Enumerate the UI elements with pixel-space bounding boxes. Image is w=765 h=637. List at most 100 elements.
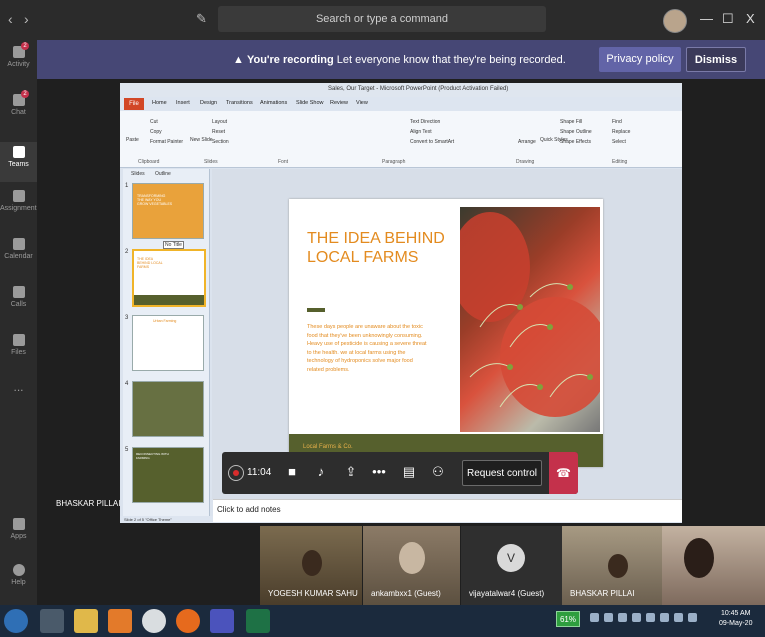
dismiss-button[interactable]: Dismiss: [686, 47, 746, 72]
thumb-number: 1: [125, 183, 129, 189]
slide-thumbnail[interactable]: Urban Farming: [132, 315, 204, 371]
chat-icon[interactable]: ▤: [401, 464, 417, 480]
align-text-button[interactable]: Align Text: [410, 129, 432, 135]
tray-icon[interactable]: [646, 613, 655, 622]
system-clock[interactable]: 10:45 AM 09-May-20: [719, 609, 752, 629]
battery-indicator[interactable]: 61%: [556, 611, 580, 627]
microphone-icon[interactable]: ♪: [313, 464, 329, 480]
tab-design[interactable]: Design: [200, 100, 217, 106]
recording-title: You're recording: [246, 54, 334, 66]
presenter-name: BHASKAR PILLAI: [56, 499, 121, 508]
group-drawing: Drawing: [516, 159, 535, 165]
select-button[interactable]: Select: [612, 139, 626, 145]
network-icon[interactable]: [688, 613, 697, 622]
tab-slide-show[interactable]: Slide Show: [296, 100, 324, 106]
request-control-button[interactable]: Request control: [462, 460, 542, 486]
rail-calls[interactable]: Calls: [0, 286, 37, 308]
format-painter-button[interactable]: Format Painter: [150, 139, 183, 145]
rail-assignments[interactable]: Assignments: [0, 190, 40, 212]
camera-icon[interactable]: ■: [284, 464, 300, 480]
privacy-policy-button[interactable]: Privacy policy: [599, 47, 681, 72]
tray-icon[interactable]: [660, 613, 669, 622]
slide-thumbnail-selected[interactable]: THE IDEA BEHIND LOCAL FARMS: [132, 249, 206, 307]
shape-fill-button[interactable]: Shape Fill: [560, 119, 582, 125]
tab-file[interactable]: File: [124, 98, 144, 110]
text-direction-button[interactable]: Text Direction: [410, 119, 440, 125]
shape-outline-button[interactable]: Shape Outline: [560, 129, 592, 135]
tab-insert[interactable]: Insert: [176, 100, 190, 106]
file-explorer-icon[interactable]: [74, 609, 98, 633]
replace-button[interactable]: Replace: [612, 129, 630, 135]
call-timer: 11:04: [247, 467, 272, 478]
media-player-icon[interactable]: [108, 609, 132, 633]
user-avatar[interactable]: [663, 9, 687, 33]
tab-animations[interactable]: Animations: [260, 100, 287, 106]
start-button-icon[interactable]: [4, 609, 28, 633]
rail-chat[interactable]: 2 Chat: [0, 90, 37, 116]
tab-review[interactable]: Review: [330, 100, 348, 106]
firefox-icon[interactable]: [176, 609, 200, 633]
rail-teams[interactable]: Teams: [0, 142, 37, 182]
participant-name: YOGESH KUMAR SAHU: [268, 589, 358, 598]
participant-tile[interactable]: YOGESH KUMAR SAHU: [260, 526, 362, 605]
participant-tile[interactable]: BHASKAR PILLAI: [562, 526, 662, 605]
arrange-button[interactable]: Arrange: [518, 139, 536, 145]
task-view-icon[interactable]: [40, 609, 64, 633]
more-options-icon[interactable]: •••: [371, 464, 387, 480]
tray-icon[interactable]: [632, 613, 641, 622]
slide-thumbnail[interactable]: RECONNECTING WITH FARMING: [132, 447, 204, 503]
tab-home[interactable]: Home: [152, 100, 167, 106]
share-screen-icon[interactable]: ⇪: [343, 464, 359, 480]
forward-arrow-icon[interactable]: ›: [24, 11, 29, 27]
rail-files[interactable]: Files: [0, 334, 37, 356]
notes-pane[interactable]: Click to add notes: [213, 499, 682, 522]
participant-video: [684, 538, 714, 578]
calendar-icon: [12, 238, 25, 250]
compose-icon[interactable]: ✎: [196, 11, 207, 27]
tray-icon[interactable]: [604, 613, 613, 622]
minimize-button[interactable]: —: [700, 11, 713, 26]
convert-smartart-button[interactable]: Convert to SmartArt: [410, 139, 454, 145]
new-slide-button[interactable]: New Slide: [190, 137, 213, 143]
close-button[interactable]: X: [746, 11, 755, 26]
tab-outline[interactable]: Outline: [155, 171, 171, 177]
rail-calendar[interactable]: Calendar: [0, 238, 37, 260]
rail-apps[interactable]: Apps: [0, 518, 37, 540]
tray-icon[interactable]: [618, 613, 627, 622]
participant-tile[interactable]: ankambxx1 (Guest): [363, 526, 460, 605]
cut-button[interactable]: Cut: [150, 119, 158, 125]
copy-button[interactable]: Copy: [150, 129, 162, 135]
participants-icon[interactable]: ⚇: [430, 464, 446, 480]
paste-button[interactable]: Paste: [126, 137, 139, 143]
volume-icon[interactable]: [674, 613, 683, 622]
status-text: Slide 2 of 5 "Office Theme": [124, 517, 172, 522]
chrome-icon[interactable]: [142, 609, 166, 633]
participant-tile[interactable]: [662, 526, 765, 605]
search-input[interactable]: Search or type a command: [218, 6, 546, 32]
excel-icon[interactable]: [246, 609, 270, 633]
participant-tile[interactable]: V vijayatalwar4 (Guest): [461, 526, 562, 605]
current-slide[interactable]: THE IDEA BEHIND LOCAL FARMS These days p…: [289, 199, 610, 467]
section-button[interactable]: Section: [212, 139, 229, 145]
rail-more[interactable]: ...: [0, 380, 37, 394]
shape-effects-button[interactable]: Shape Effects: [560, 139, 591, 145]
tray-icon[interactable]: [590, 613, 599, 622]
thumb-number: 5: [125, 447, 129, 453]
rail-label: Activity: [7, 61, 30, 68]
slide-thumbnail[interactable]: [132, 381, 204, 437]
layout-button[interactable]: Layout: [212, 119, 227, 125]
slide-divider: [307, 308, 325, 312]
tab-view[interactable]: View: [356, 100, 368, 106]
rail-activity[interactable]: 2 Activity: [0, 42, 37, 68]
slide-thumbnail[interactable]: TRANSFORMING THE WAY YOU GROW VEGETABLES: [132, 183, 204, 239]
rail-help[interactable]: Help: [0, 564, 37, 586]
hang-up-button[interactable]: ☎: [549, 452, 578, 494]
tab-transitions[interactable]: Transitions: [226, 100, 253, 106]
maximize-button[interactable]: ☐: [722, 11, 734, 27]
teams-taskbar-icon[interactable]: [210, 609, 234, 633]
back-arrow-icon[interactable]: ‹: [8, 11, 13, 27]
find-button[interactable]: Find: [612, 119, 622, 125]
group-paragraph: Paragraph: [382, 159, 406, 165]
reset-button[interactable]: Reset: [212, 129, 225, 135]
tab-slides[interactable]: Slides: [131, 171, 145, 177]
